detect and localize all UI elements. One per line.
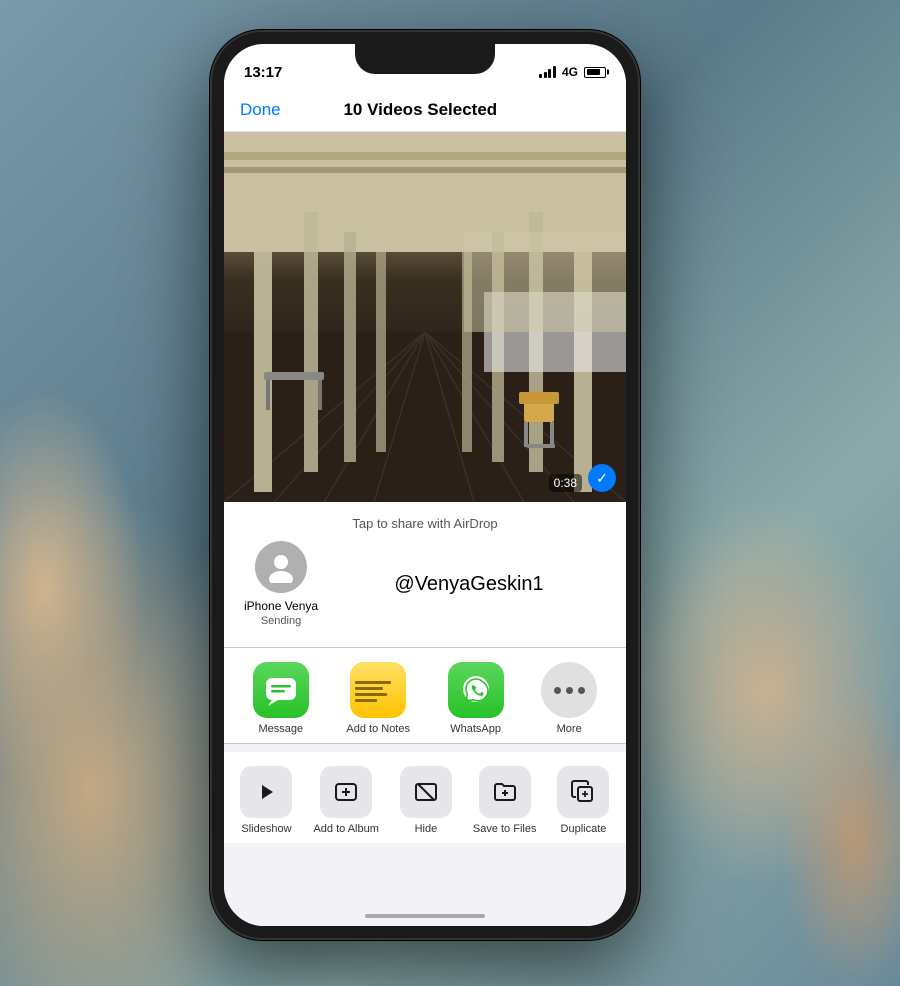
whatsapp-icon	[458, 672, 494, 708]
action-item-duplicate[interactable]: Duplicate	[557, 766, 609, 835]
share-sheet: Tap to share with AirDrop iPhone Venya S…	[224, 502, 626, 926]
notch	[355, 44, 495, 74]
airdrop-status: Sending	[261, 615, 301, 627]
hide-label: Hide	[415, 823, 438, 835]
duplicate-label: Duplicate	[561, 823, 607, 835]
phone-screen: 13:17 4G Done 10 Videos S	[224, 44, 626, 926]
app-item-message[interactable]: Message	[253, 662, 309, 735]
video-duration: 0:38	[549, 474, 582, 492]
done-button[interactable]: Done	[240, 100, 281, 120]
check-icon: ✓	[596, 470, 608, 487]
battery-icon	[584, 67, 606, 78]
hide-icon	[400, 766, 452, 818]
add-album-label: Add to Album	[313, 823, 378, 835]
nav-bar: Done 10 Videos Selected	[224, 88, 626, 132]
play-icon	[255, 781, 277, 803]
status-icons: 4G	[539, 65, 606, 79]
add-album-icon	[320, 766, 372, 818]
battery-fill	[587, 69, 601, 75]
apps-row: Message Add to Notes	[224, 648, 626, 744]
hide-svg	[414, 780, 438, 804]
signal-bar-1	[539, 74, 542, 78]
more-app-icon	[541, 662, 597, 718]
app-item-more[interactable]: More	[541, 662, 597, 735]
airdrop-hint: Tap to share with AirDrop	[224, 516, 626, 531]
notes-app-icon	[350, 662, 406, 718]
airdrop-avatar[interactable]	[255, 541, 307, 593]
nav-title: 10 Videos Selected	[343, 100, 497, 120]
signal-bars-icon	[539, 66, 556, 78]
airdrop-section: Tap to share with AirDrop iPhone Venya S…	[224, 502, 626, 648]
duplicate-svg	[571, 780, 595, 804]
slideshow-icon	[240, 766, 292, 818]
phone-device: 13:17 4G Done 10 Videos S	[210, 30, 640, 940]
duplicate-icon	[557, 766, 609, 818]
video-selected-badge: ✓	[588, 464, 616, 492]
action-item-slideshow[interactable]: Slideshow	[240, 766, 292, 835]
app-item-whatsapp[interactable]: WhatsApp	[448, 662, 504, 735]
message-app-icon	[253, 662, 309, 718]
save-files-label: Save to Files	[473, 823, 537, 835]
signal-bar-4	[553, 66, 556, 78]
more-dots-icon	[554, 687, 585, 694]
signal-bar-2	[544, 72, 547, 78]
airdrop-username: @VenyaGeskin1	[394, 573, 543, 595]
actions-row: Slideshow Add to Album	[224, 752, 626, 843]
app-item-notes[interactable]: Add to Notes	[346, 662, 410, 735]
action-item-save-files[interactable]: Save to Files	[473, 766, 537, 835]
add-album-svg	[334, 780, 358, 804]
action-item-hide[interactable]: Hide	[400, 766, 452, 835]
scene: 13:17 4G Done 10 Videos S	[0, 0, 900, 986]
whatsapp-label: WhatsApp	[450, 723, 501, 735]
signal-bar-3	[548, 69, 551, 78]
airdrop-device-name: iPhone Venya	[244, 599, 318, 613]
action-item-add-album[interactable]: Add to Album	[313, 766, 378, 835]
folder-svg	[493, 780, 517, 804]
status-time: 13:17	[244, 64, 282, 81]
home-indicator	[365, 914, 485, 918]
person-icon	[265, 551, 297, 583]
save-files-icon	[479, 766, 531, 818]
message-icon	[264, 673, 298, 707]
whatsapp-app-icon	[448, 662, 504, 718]
lte-label: 4G	[562, 65, 578, 79]
slideshow-label: Slideshow	[241, 823, 291, 835]
pier-scene	[224, 132, 626, 502]
notes-label: Add to Notes	[346, 723, 410, 735]
message-label: Message	[258, 723, 303, 735]
video-preview[interactable]: 0:38 ✓	[224, 132, 626, 502]
more-label: More	[557, 723, 582, 735]
